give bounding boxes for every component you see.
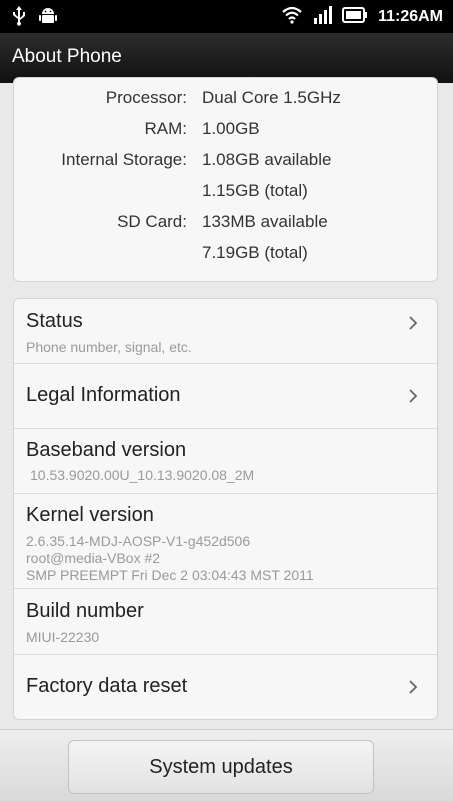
baseband-version-title: Baseband version [26, 439, 187, 461]
status-bar: 11:26AM [0, 0, 453, 33]
kernel-version-line-3: SMP PREEMPT Fri Dec 2 03:04:43 MST 2011 [26, 567, 314, 583]
clock: 11:26AM [378, 8, 443, 25]
hardware-info-card: Processor: Dual Core 1.5GHz RAM: 1.00GB … [13, 77, 438, 282]
factory-data-reset-title: Factory data reset [26, 675, 188, 697]
factory-data-reset-item[interactable]: Factory data reset [14, 655, 437, 719]
android-debug-icon [38, 6, 58, 30]
status-title: Status [26, 310, 83, 332]
sd-card-total: 7.19GB (total) [202, 243, 308, 262]
ram-row: RAM: 1.00GB [14, 119, 437, 149]
sd-card-label: SD Card: [117, 212, 187, 231]
processor-value: Dual Core 1.5GHz [202, 88, 341, 107]
build-number-value: MIUI-22230 [26, 629, 100, 645]
status-bar-notifications [12, 6, 58, 30]
kernel-version-item: Kernel version 2.6.35.14-MDJ-AOSP-V1-g45… [14, 494, 437, 589]
page-title: About Phone [12, 46, 122, 67]
signal-icon [312, 6, 333, 28]
settings-content[interactable]: Processor: Dual Core 1.5GHz RAM: 1.00GB … [0, 77, 453, 733]
status-subtitle: Phone number, signal, etc. [26, 339, 192, 355]
build-number-title: Build number [26, 600, 144, 622]
system-updates-button[interactable]: System updates [68, 740, 374, 794]
chevron-right-icon [409, 389, 418, 403]
kernel-version-line-2: root@media-VBox #2 [26, 550, 161, 566]
title-bar: About Phone [0, 33, 453, 83]
internal-storage-total-row: 1.15GB (total) [14, 181, 437, 211]
sd-card-row: SD Card: 133MB available [14, 212, 437, 242]
internal-storage-total: 1.15GB (total) [202, 181, 308, 200]
kernel-version-title: Kernel version [26, 504, 154, 526]
sd-card-total-row: 7.19GB (total) [14, 243, 437, 273]
internal-storage-label: Internal Storage: [61, 150, 187, 169]
ram-label: RAM: [144, 119, 188, 138]
bottom-action-bar: System updates [0, 729, 453, 801]
chevron-right-icon [409, 316, 418, 330]
baseband-version-item: Baseband version 10.53.9020.00U_10.13.90… [14, 429, 437, 494]
about-list: Status Phone number, signal, etc. Legal … [13, 298, 438, 720]
battery-icon [342, 7, 368, 27]
usb-icon [12, 6, 26, 30]
kernel-version-line-1: 2.6.35.14-MDJ-AOSP-V1-g452d506 [26, 533, 251, 549]
build-number-item[interactable]: Build number MIUI-22230 [14, 589, 437, 655]
internal-storage-row: Internal Storage: 1.08GB available [14, 150, 437, 180]
status-bar-system-icons: 11:26AM [282, 6, 443, 28]
baseband-version-value: 10.53.9020.00U_10.13.9020.08_2M [30, 467, 255, 483]
wifi-icon [282, 6, 302, 28]
sd-card-available: 133MB available [202, 212, 328, 231]
processor-label: Processor: [105, 88, 187, 107]
internal-storage-available: 1.08GB available [202, 150, 332, 169]
legal-information-title: Legal Information [26, 384, 181, 406]
ram-value: 1.00GB [202, 119, 260, 138]
processor-row: Processor: Dual Core 1.5GHz [14, 88, 437, 118]
status-item[interactable]: Status Phone number, signal, etc. [14, 299, 437, 364]
legal-information-item[interactable]: Legal Information [14, 364, 437, 429]
chevron-right-icon [409, 680, 418, 694]
